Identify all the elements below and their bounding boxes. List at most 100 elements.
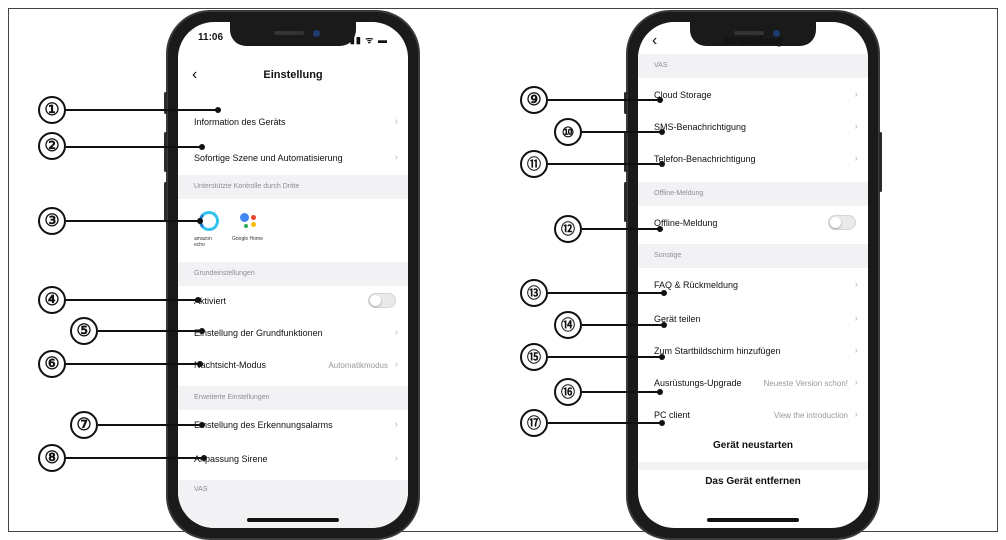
callout-line <box>548 290 667 296</box>
row-faq[interactable]: FAQ & Rückmeldung › <box>638 270 868 300</box>
row-label: FAQ & Rückmeldung <box>654 280 739 290</box>
callout-line <box>582 226 663 232</box>
callout-line <box>66 144 205 150</box>
restart-button[interactable]: Gerät neustarten <box>638 440 868 451</box>
callout-10: ⑩ <box>554 118 582 146</box>
callout-7: ⑦ <box>70 411 98 439</box>
chevron-right-icon: › <box>394 419 398 430</box>
chevron-right-icon: › <box>854 409 858 420</box>
google-home-caption: Google Home <box>232 236 263 242</box>
callout-4: ④ <box>38 286 66 314</box>
row-label: Einstellung des Erkennungsalarms <box>194 420 333 430</box>
third-party-logos: amazon echo Google Home <box>178 199 408 259</box>
callout-5: ⑤ <box>70 317 98 345</box>
divider <box>638 462 868 470</box>
callout-9: ⑨ <box>520 86 548 114</box>
callout-11: ⑪ <box>520 150 548 178</box>
section-header: Offline-Meldung <box>638 182 868 206</box>
section-header: Sonstige <box>638 244 868 268</box>
right-screen: ‹ Einstellung VAS Cloud Storage › SMS-Be… <box>638 22 868 528</box>
status-time: 11:06 <box>198 32 224 43</box>
nav-bar: ‹ Einstellung <box>638 32 868 54</box>
row-value: Automatikmodus <box>328 361 388 370</box>
chevron-right-icon: › <box>854 89 858 100</box>
row-label: Sofortige Szene und Automatisierung <box>194 153 343 163</box>
callout-2: ② <box>38 132 66 160</box>
callout-3: ③ <box>38 207 66 235</box>
row-label: Ausrüstungs-Upgrade <box>654 378 742 388</box>
page-title: Einstellung <box>723 35 783 47</box>
callout-line <box>548 354 665 360</box>
chevron-right-icon: › <box>854 153 858 164</box>
aktiviert-toggle[interactable] <box>368 293 396 308</box>
row-teilen[interactable]: Gerät teilen › <box>638 304 868 334</box>
callout-16: ⑯ <box>554 378 582 406</box>
chevron-right-icon: › <box>394 453 398 464</box>
callout-17: ⑰ <box>520 409 548 437</box>
callout-line <box>66 297 201 303</box>
row-label: SMS-Benachrichtigung <box>654 122 747 132</box>
callout-line <box>548 161 665 167</box>
row-nachtsicht[interactable]: Nachtsicht-Modus Automatikmodus › <box>178 350 408 380</box>
chevron-right-icon: › <box>394 116 398 127</box>
row-sirene[interactable]: Anpassung Sirene › <box>178 444 408 474</box>
row-pc-client[interactable]: PC client View the introduction › <box>638 400 868 430</box>
row-value: View the introduction <box>773 411 848 420</box>
row-startbild[interactable]: Zum Startbildschirm hinzufügen › <box>638 336 868 366</box>
row-upgrade[interactable]: Ausrüstungs-Upgrade Neueste Version scho… <box>638 368 868 398</box>
row-label: Nachtsicht-Modus <box>194 360 267 370</box>
nav-bar: ‹ Einstellung <box>178 66 408 88</box>
callout-line <box>98 422 205 428</box>
row-label: Zum Startbildschirm hinzufügen <box>654 346 781 356</box>
callout-line <box>582 129 665 135</box>
row-offline: Offline-Meldung <box>638 206 868 240</box>
row-erkennung[interactable]: Einstellung des Erkennungsalarms › <box>178 410 408 440</box>
page-title: Einstellung <box>263 69 323 81</box>
callout-line <box>66 455 207 461</box>
row-grundfunktionen[interactable]: Einstellung der Grundfunktionen › <box>178 318 408 348</box>
chevron-right-icon: › <box>854 345 858 356</box>
callout-13: ⑬ <box>520 279 548 307</box>
row-value: Neueste Version schon! <box>763 379 849 388</box>
callout-6: ⑥ <box>38 350 66 378</box>
row-label: Einstellung der Grundfunktionen <box>194 328 323 338</box>
callout-1: ① <box>38 96 66 124</box>
remove-device-button[interactable]: Das Gerät entfernen <box>638 476 868 487</box>
chevron-right-icon: › <box>854 377 858 388</box>
row-label: Offline-Meldung <box>654 218 718 228</box>
callout-line <box>66 107 221 113</box>
callout-line <box>98 328 205 334</box>
callout-12: ⑫ <box>554 215 582 243</box>
google-home-icon[interactable]: Google Home <box>232 211 270 245</box>
home-indicator <box>247 518 339 522</box>
notch <box>230 22 356 46</box>
callout-line <box>548 97 663 103</box>
home-indicator <box>707 518 799 522</box>
section-header: Erweiterte Einstellungen <box>178 386 408 410</box>
row-telefon[interactable]: Telefon-Benachrichtigung › <box>638 144 868 174</box>
callout-line <box>548 420 665 426</box>
row-label: Telefon-Benachrichtigung <box>654 154 756 164</box>
row-szene[interactable]: Sofortige Szene und Automatisierung › <box>178 144 408 172</box>
section-header: Unterstützte Kontrolle durch Dritte <box>178 175 408 199</box>
right-phone: ‹ Einstellung VAS Cloud Storage › SMS-Be… <box>624 10 882 540</box>
section-header: Grundeinstellungen <box>178 262 408 286</box>
left-screen: 11:06 ▮▮ ᯤ ▬ ‹ Einstellung Information d… <box>178 22 408 528</box>
chevron-right-icon: › <box>854 279 858 290</box>
callout-line <box>582 389 663 395</box>
callout-15: ⑮ <box>520 343 548 371</box>
callout-14: ⑭ <box>554 311 582 339</box>
row-cloud[interactable]: Cloud Storage › <box>638 80 868 110</box>
section-header: VAS <box>638 54 868 78</box>
row-sms[interactable]: SMS-Benachrichtigung › <box>638 112 868 142</box>
row-label: Information des Geräts <box>194 117 286 127</box>
offline-toggle[interactable] <box>828 215 856 230</box>
row-aktiviert: Aktiviert <box>178 286 408 316</box>
callout-line <box>66 218 203 224</box>
alexa-caption: amazon echo <box>194 236 212 248</box>
chevron-right-icon: › <box>394 327 398 338</box>
callout-line <box>582 322 667 328</box>
alexa-icon[interactable]: amazon echo <box>194 211 224 248</box>
chevron-right-icon: › <box>394 359 398 370</box>
row-label: PC client <box>654 410 691 420</box>
